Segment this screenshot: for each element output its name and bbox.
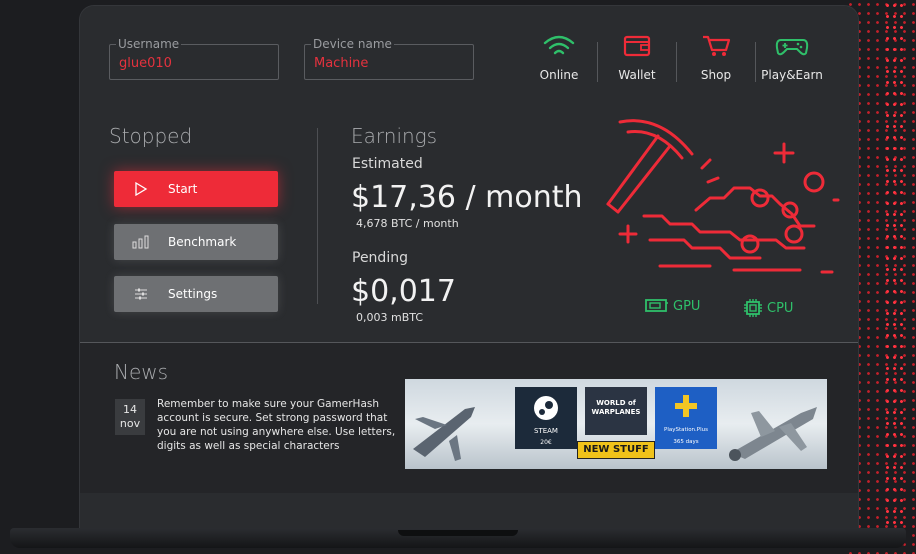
nav-shop-label: Shop	[700, 68, 732, 82]
news-day: 14	[123, 403, 137, 416]
nav-wallet-label: Wallet	[618, 68, 656, 82]
pending-btc: 0,003 mBTC	[356, 311, 424, 324]
nav-online[interactable]: Online	[527, 34, 591, 82]
settings-label: Settings	[168, 287, 218, 301]
start-button[interactable]: Start	[114, 171, 278, 207]
device-name-value: Machine	[314, 56, 369, 71]
nav-online-label: Online	[539, 68, 579, 82]
news-title: News	[114, 360, 169, 384]
cpu-icon	[744, 299, 762, 317]
status-title: Stopped	[109, 124, 193, 148]
sliders-icon	[114, 288, 168, 300]
bar-chart-icon	[114, 235, 168, 249]
pending-value: $0,017	[351, 274, 456, 309]
news-text: Remember to make sure your GamerHash acc…	[157, 398, 396, 452]
earnings-title: Earnings	[351, 124, 438, 148]
psplus-plus-icon	[675, 395, 697, 417]
steam-price: 20€	[540, 439, 552, 446]
gpu-indicator: GPU	[645, 298, 700, 314]
gamepad-icon	[775, 39, 809, 56]
news-date: 14 nov	[115, 399, 145, 435]
steam-logo-icon	[534, 396, 558, 420]
cpu-label: CPU	[767, 300, 794, 316]
settings-button[interactable]: Settings	[114, 276, 278, 312]
device-name-field[interactable]: Device name Machine	[304, 37, 474, 80]
propeller-plane-illustration	[729, 407, 817, 461]
play-icon	[114, 182, 168, 196]
column-divider	[317, 128, 318, 304]
username-label: Username	[116, 37, 182, 51]
mining-pickaxe-illustration	[606, 119, 840, 274]
nav-divider	[755, 42, 756, 82]
news-month: nov	[119, 417, 141, 430]
nav-play-earn-label: Play&Earn	[761, 68, 823, 82]
psplus-label: PlayStation.Plus	[664, 427, 708, 433]
nav-play-earn[interactable]: Play&Earn	[760, 34, 824, 82]
username-field[interactable]: Username glue010	[109, 37, 279, 80]
nav-shop[interactable]: Shop	[684, 34, 748, 82]
nav-wallet[interactable]: Wallet	[605, 34, 669, 82]
gpu-icon	[645, 299, 668, 312]
wifi-icon	[543, 35, 575, 55]
wallet-icon	[623, 35, 651, 57]
estimated-btc: 4,678 BTC / month	[356, 217, 459, 230]
app-screen: Username glue010 Device name Machine Onl…	[80, 6, 858, 530]
estimated-value: $17,36 / month	[351, 180, 583, 215]
news-banner[interactable]: STEAM 20€ WORLD of WARPLANES NEW STUFF P…	[405, 379, 827, 469]
warplanes-tile[interactable]: WORLD of WARPLANES	[585, 387, 647, 435]
red-dot-pattern-dense	[884, 0, 904, 554]
benchmark-label: Benchmark	[168, 235, 237, 249]
warplanes-title: WORLD of WARPLANES	[591, 399, 641, 416]
laptop-notch	[398, 530, 518, 536]
steam-label: STEAM	[534, 427, 558, 435]
psplus-days: 365 days	[673, 439, 699, 445]
laptop-frame: Username glue010 Device name Machine Onl…	[80, 6, 858, 530]
cpu-indicator: CPU	[743, 298, 793, 318]
estimated-label: Estimated	[352, 156, 423, 172]
psplus-tile[interactable]: PlayStation.Plus 365 days	[655, 387, 717, 449]
username-value: glue010	[119, 56, 172, 71]
nav-divider	[676, 42, 677, 82]
gpu-label: GPU	[673, 298, 701, 314]
start-label: Start	[168, 182, 198, 196]
jet-illustration	[413, 407, 475, 461]
pending-label: Pending	[352, 250, 408, 266]
new-stuff-badge: NEW STUFF	[577, 441, 655, 459]
benchmark-button[interactable]: Benchmark	[114, 224, 278, 260]
steam-tile[interactable]: STEAM 20€	[515, 387, 577, 449]
device-name-label: Device name	[311, 37, 394, 51]
cart-icon	[703, 35, 731, 56]
nav-divider	[597, 42, 598, 82]
